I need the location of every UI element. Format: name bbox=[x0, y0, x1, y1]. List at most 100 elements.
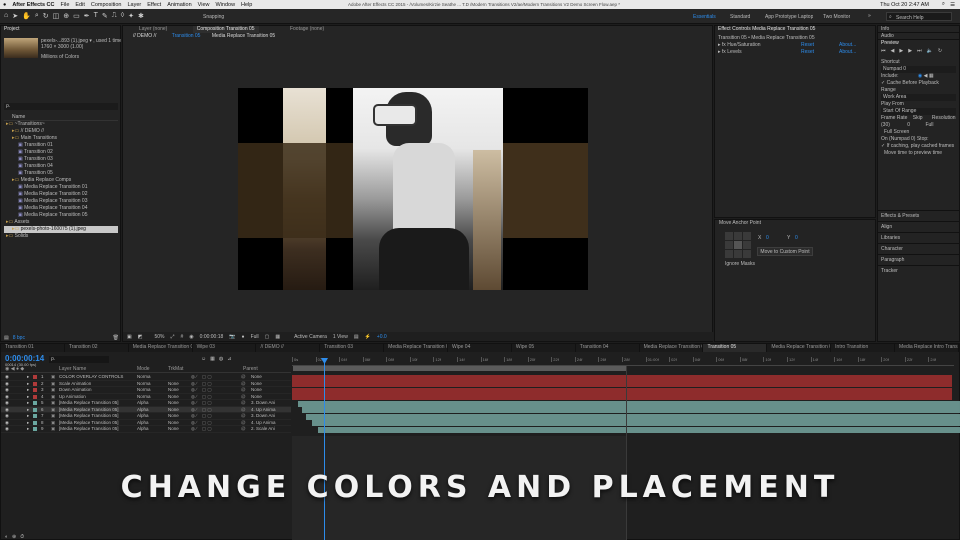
current-time-indicator[interactable] bbox=[324, 359, 325, 540]
crumb-demo[interactable]: // DEMO // bbox=[133, 33, 156, 39]
eraser-tool-icon[interactable]: ◊ bbox=[121, 12, 124, 20]
layer-duration-bar[interactable] bbox=[306, 413, 960, 420]
search-help-field[interactable]: ⌕ Search Help bbox=[886, 12, 952, 21]
layer-parent-select[interactable]: 2. Scale Ani bbox=[251, 426, 275, 432]
color-channel-icon[interactable]: ● bbox=[242, 334, 245, 340]
timeline-tab[interactable]: Media Replace Transition 02 bbox=[129, 344, 193, 352]
include-video-icon[interactable]: ◉ bbox=[918, 73, 922, 79]
layer-label-color[interactable] bbox=[33, 401, 37, 405]
crumb-media-replace[interactable]: Media Replace Transition 05 bbox=[212, 33, 275, 39]
home-icon[interactable]: ⌂ bbox=[4, 12, 8, 20]
anchor-dot-tc[interactable] bbox=[734, 232, 742, 240]
workspace-two-monitor[interactable]: Two Monitor bbox=[823, 14, 850, 20]
effect-reset-button[interactable]: Reset bbox=[801, 49, 814, 56]
motion-blur-icon[interactable]: ◍ bbox=[219, 356, 223, 362]
workspace-app-prototype[interactable]: App Prototype Laptop bbox=[765, 14, 813, 20]
fx-toggle-icon[interactable]: ▸ fx bbox=[715, 49, 727, 55]
project-item[interactable]: ▣ Transition 02 bbox=[4, 149, 118, 156]
menu-composition[interactable]: Composition bbox=[88, 2, 125, 8]
fx-toggle-icon[interactable]: ▸ fx bbox=[715, 42, 727, 48]
ignore-masks-checkbox[interactable]: Ignore Masks bbox=[725, 261, 755, 267]
fit-icon[interactable]: ⤢ bbox=[170, 334, 174, 340]
bpc-label[interactable]: 8 bpc bbox=[13, 335, 25, 341]
camera-icon[interactable]: ◉ bbox=[189, 334, 193, 340]
layer-label-color[interactable] bbox=[33, 427, 37, 431]
layer-expand-icon[interactable]: ▸ bbox=[27, 426, 29, 432]
project-item[interactable]: ▸▭ Assets bbox=[4, 219, 118, 226]
panel-tab-libraries[interactable]: Libraries bbox=[878, 232, 959, 243]
view-layout-select[interactable]: 1 View bbox=[333, 334, 348, 340]
visibility-eye-icon[interactable]: ◉ bbox=[5, 426, 9, 432]
loop-icon[interactable]: ↻ bbox=[938, 48, 942, 54]
resolution-select[interactable]: Full bbox=[251, 334, 259, 340]
zoom-select[interactable]: 50% bbox=[154, 334, 164, 340]
toggle-switches-icon[interactable]: ◐ bbox=[5, 534, 8, 540]
project-item[interactable]: ▣ Media Replace Transition 02 bbox=[4, 191, 118, 198]
layer-duration-bar[interactable] bbox=[292, 381, 952, 387]
project-item[interactable]: ▸▭ Main Transitions bbox=[4, 135, 118, 142]
mute-icon[interactable]: 🔈 bbox=[927, 48, 933, 54]
menu-view[interactable]: View bbox=[195, 2, 213, 8]
x-value[interactable]: 0 bbox=[766, 235, 769, 241]
ifcaching-checkbox[interactable]: ✓ If caching, play cached frames bbox=[878, 143, 959, 150]
layer-label-color[interactable] bbox=[33, 388, 37, 392]
project-item[interactable]: ▸▭ // DEMO // bbox=[4, 128, 118, 135]
comp-canvas[interactable] bbox=[238, 88, 588, 290]
interpret-footage-icon[interactable]: ▤ bbox=[4, 335, 9, 341]
menu-help[interactable]: Help bbox=[238, 2, 255, 8]
movetime-checkbox[interactable]: Move time to preview time bbox=[878, 150, 959, 157]
layer-label-color[interactable] bbox=[33, 375, 37, 379]
anchor-dot-bc[interactable] bbox=[734, 250, 742, 258]
timeline-tab[interactable]: Transition 04 bbox=[576, 344, 640, 352]
timeline-tab[interactable]: Media Replace Transition 04 bbox=[640, 344, 704, 352]
menu-effect[interactable]: Effect bbox=[144, 2, 164, 8]
timeline-tab[interactable]: Transition 03 bbox=[320, 344, 385, 352]
range-select[interactable]: Work Area bbox=[881, 94, 956, 101]
workspace-essentials[interactable]: Essentials bbox=[693, 14, 716, 20]
pickwhip-icon[interactable]: @ bbox=[241, 426, 246, 432]
effect-about-button[interactable]: About... bbox=[839, 42, 856, 49]
camera-tool-icon[interactable]: ◫ bbox=[53, 12, 60, 20]
timeline-tab[interactable]: Media Replace Transition 03 bbox=[384, 344, 449, 352]
next-frame-icon[interactable]: ▶ bbox=[908, 48, 912, 54]
timeline-tab[interactable]: Intro Transition bbox=[831, 344, 896, 352]
project-item[interactable]: ▣ Transition 01 bbox=[4, 142, 118, 149]
project-item[interactable]: ▣ Transition 04 bbox=[4, 163, 118, 170]
timeline-tab[interactable]: // DEMO // bbox=[256, 344, 321, 352]
layer-duration-bar[interactable] bbox=[298, 400, 960, 407]
timeline-tab[interactable]: Wipe 05 bbox=[512, 344, 576, 352]
roto-tool-icon[interactable]: ✦ bbox=[128, 12, 134, 20]
shy-icon[interactable]: ☺ bbox=[201, 356, 206, 362]
resolution-select-right[interactable]: Full bbox=[925, 122, 933, 128]
hand-tool-icon[interactable]: ✋ bbox=[22, 12, 31, 20]
mask-icon[interactable]: ◩ bbox=[138, 334, 143, 340]
layer-duration-bar[interactable] bbox=[292, 374, 952, 381]
tab-composition[interactable]: Composition Transition 05 bbox=[192, 26, 259, 33]
layer-duration-bar[interactable] bbox=[302, 407, 960, 413]
cache-checkbox[interactable]: ✓ Cache Before Playback bbox=[878, 80, 959, 87]
panel-tab-paragraph[interactable]: Paragraph bbox=[878, 254, 959, 265]
info-tab[interactable]: Info bbox=[878, 26, 959, 33]
project-item[interactable]: ▣ Media Replace Transition 04 bbox=[4, 205, 118, 212]
menu-edit[interactable]: Edit bbox=[72, 2, 87, 8]
type-tool-icon[interactable]: T bbox=[94, 12, 98, 20]
fullscreen-checkbox[interactable]: Full Screen bbox=[878, 129, 959, 136]
project-item[interactable]: ▣ Media Replace Transition 03 bbox=[4, 198, 118, 205]
anchor-dot-tr[interactable] bbox=[743, 232, 751, 240]
menu-layer[interactable]: Layer bbox=[124, 2, 144, 8]
prev-frame-icon[interactable]: ◀ bbox=[891, 48, 895, 54]
timeline-layer-row[interactable]: ◉ ▸ 9 ▣ [Media Replace Transition 05] Alpha No… bbox=[1, 426, 291, 433]
always-preview-icon[interactable]: ▣ bbox=[127, 334, 132, 340]
anchor-dot-bl[interactable] bbox=[725, 250, 733, 258]
snapping-toggle[interactable]: Snapping bbox=[203, 14, 224, 20]
toggle-modes-icon[interactable]: ⊕ bbox=[12, 534, 16, 540]
first-frame-icon[interactable]: ⏮ bbox=[881, 48, 886, 54]
time-ruler[interactable]: 0s 02f 04f 06f 08f 10f 12f 14f 16f 18f 20f 22f 24f 26… bbox=[292, 357, 954, 366]
layer-label-color[interactable] bbox=[33, 407, 37, 412]
grid-icon[interactable]: # bbox=[181, 334, 184, 340]
layer-trkmat-select[interactable]: None bbox=[168, 426, 179, 432]
layer-label-color[interactable] bbox=[33, 414, 37, 418]
viewer-timecode[interactable]: 0:00:00:18 bbox=[200, 334, 224, 340]
col-mode[interactable]: Mode bbox=[137, 366, 150, 372]
timeline-tab[interactable]: Media Replace Intro Trans bbox=[895, 344, 959, 352]
